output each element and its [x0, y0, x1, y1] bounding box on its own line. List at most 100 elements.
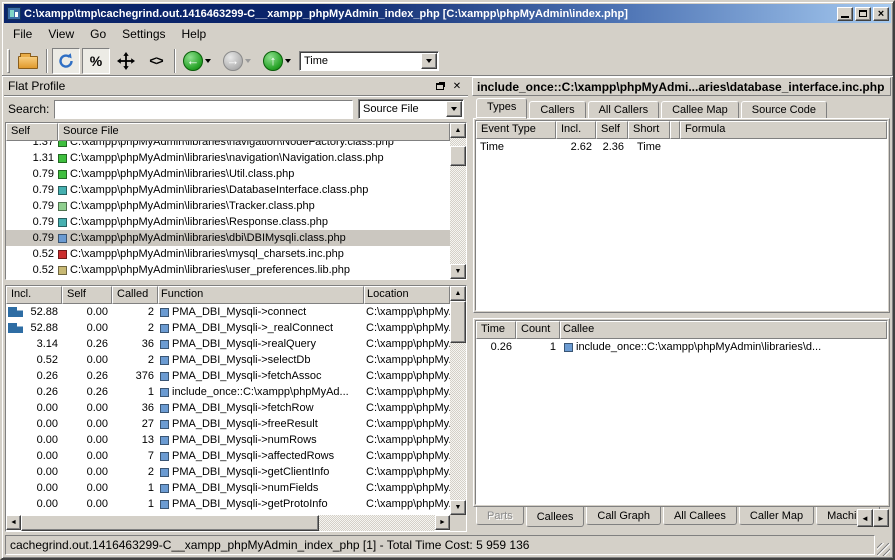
- vertical-scrollbar[interactable]: ▲ ▼: [450, 286, 466, 531]
- group-by-selector[interactable]: Source File: [358, 99, 464, 119]
- scroll-down-button[interactable]: ▼: [450, 500, 466, 515]
- function-row[interactable]: 0.00 0.00 1 PMA_DBI_Mysqli->getProtoInfo: [6, 496, 450, 512]
- source-file-row[interactable]: 0.79 C:\xampp\phpMyAdmin\libraries\Track…: [6, 198, 450, 214]
- detail-tab[interactable]: Callee Map: [661, 101, 739, 119]
- column-header-count[interactable]: Count: [516, 321, 560, 339]
- function-row[interactable]: 3.14 0.26 36 PMA_DBI_Mysqli->realQuery: [6, 336, 450, 352]
- scroll-right-button[interactable]: ►: [435, 515, 450, 530]
- maximize-button[interactable]: [855, 7, 871, 21]
- column-header-function[interactable]: Function: [158, 286, 364, 304]
- column-header-self[interactable]: Self: [596, 121, 628, 139]
- scroll-up-button[interactable]: ▲: [450, 286, 466, 301]
- bottom-tab[interactable]: Call Graph: [586, 507, 661, 525]
- source-file-row[interactable]: 1.37 C:\xampp\phpMyAdmin\libraries\navig…: [6, 141, 450, 150]
- selected-function-header: include_once::C:\xampp\phpMyAdmi...aries…: [472, 77, 891, 96]
- source-file-row[interactable]: 0.79 C:\xampp\phpMyAdmin\libraries\Util.…: [6, 166, 450, 182]
- relative-cost-button[interactable]: <>: [142, 48, 170, 74]
- function-row[interactable]: 0.00 0.00 1 PMA_DBI_Mysqli->numFields: [6, 480, 450, 496]
- menu-item[interactable]: Settings: [115, 25, 172, 43]
- back-dropdown-icon: [205, 59, 211, 63]
- tab-scroll-right-button[interactable]: ►: [873, 509, 889, 527]
- resize-grip[interactable]: [877, 543, 890, 556]
- column-header-self[interactable]: Self: [62, 286, 112, 304]
- search-input[interactable]: [55, 101, 352, 118]
- event-type-selector[interactable]: Time: [299, 51, 439, 71]
- called-count: 2: [112, 304, 158, 320]
- function-row[interactable]: 0.26 0.26 376 PMA_DBI_Mysqli->fetchAssoc: [6, 368, 450, 384]
- forward-button[interactable]: →: [220, 48, 258, 74]
- called-count: 2: [112, 352, 158, 368]
- tab-scroll-left-button[interactable]: ◄: [857, 509, 873, 527]
- column-header-callee[interactable]: Callee: [560, 321, 887, 339]
- open-file-button[interactable]: [14, 48, 42, 74]
- toolbar-grip[interactable]: [7, 49, 10, 73]
- scroll-down-button[interactable]: ▼: [450, 264, 466, 279]
- function-row[interactable]: 0.00 0.00 27 PMA_DBI_Mysqli->freeResult: [6, 416, 450, 432]
- column-header-source-file[interactable]: Source File: [58, 123, 450, 141]
- function-row[interactable]: 52.88 0.00 2 PMA_DBI_Mysqli->connect: [6, 304, 450, 320]
- column-header-short[interactable]: Short: [628, 121, 670, 139]
- percent-button[interactable]: %: [82, 48, 110, 74]
- column-header-spacer[interactable]: [670, 121, 680, 139]
- column-header-formula[interactable]: Formula: [680, 121, 887, 139]
- app-icon: [7, 7, 21, 20]
- menu-item[interactable]: View: [41, 25, 81, 43]
- function-row[interactable]: 0.00 0.00 7 PMA_DBI_Mysqli->affectedRows: [6, 448, 450, 464]
- scrollbar-thumb[interactable]: [21, 515, 319, 531]
- column-header-location[interactable]: Location: [364, 286, 450, 304]
- dock-title-bar[interactable]: Flat Profile ✕: [4, 77, 468, 96]
- column-header-time[interactable]: Time: [476, 321, 516, 339]
- cycle-detection-button[interactable]: [52, 48, 80, 74]
- scrollbar-thumb[interactable]: [450, 301, 466, 343]
- source-file-row[interactable]: 0.79 C:\xampp\phpMyAdmin\libraries\dbi\D…: [6, 230, 450, 246]
- source-file-row[interactable]: 0.52 C:\xampp\phpMyAdmin\libraries\user_…: [6, 262, 450, 278]
- title-bar[interactable]: C:\xampp\tmp\cachegrind.out.1416463299-C…: [4, 4, 891, 23]
- detail-tab[interactable]: Types: [476, 98, 527, 119]
- function-row[interactable]: 0.52 0.00 2 PMA_DBI_Mysqli->selectDb: [6, 352, 450, 368]
- combo-dropdown-button[interactable]: [446, 101, 462, 117]
- bottom-tab[interactable]: Parts: [476, 507, 524, 525]
- callee-row[interactable]: 0.26 1 include_once::C:\xampp\phpMyAdmin…: [476, 339, 887, 355]
- column-header-self[interactable]: Self: [6, 123, 58, 141]
- expand-areas-button[interactable]: [112, 48, 140, 74]
- close-button[interactable]: ×: [873, 7, 889, 21]
- bottom-tab[interactable]: Caller Map: [739, 507, 814, 525]
- self-cost: 1.37: [6, 141, 58, 150]
- function-row[interactable]: 0.26 0.26 1 include_once::C:\xampp\phpMy…: [6, 384, 450, 400]
- event-type-row[interactable]: Time 2.62 2.36 Time: [476, 139, 887, 155]
- close-dock-button[interactable]: ✕: [450, 80, 464, 93]
- menu-item[interactable]: Go: [83, 25, 113, 43]
- scrollbar-thumb[interactable]: [450, 146, 466, 166]
- column-header-event-type[interactable]: Event Type: [476, 121, 556, 139]
- back-button[interactable]: ←: [180, 48, 218, 74]
- column-header-incl[interactable]: Incl.: [6, 286, 62, 304]
- source-file-table: Self Source File 1.37: [5, 122, 467, 280]
- function-row[interactable]: 0.00 0.00 13 PMA_DBI_Mysqli->numRows: [6, 432, 450, 448]
- up-button[interactable]: ↑: [260, 48, 298, 74]
- forward-dropdown-icon: [245, 59, 251, 63]
- vertical-scrollbar[interactable]: ▲ ▼: [450, 123, 466, 279]
- group-color-icon: [58, 170, 67, 179]
- menu-item[interactable]: File: [6, 25, 39, 43]
- detail-tab[interactable]: Source Code: [741, 101, 827, 119]
- function-row[interactable]: 52.88 0.00 2 PMA_DBI_Mysqli->_realConnec…: [6, 320, 450, 336]
- horizontal-scrollbar[interactable]: ◄ ►: [6, 515, 450, 531]
- bottom-tab[interactable]: All Callees: [663, 507, 737, 525]
- float-dock-button[interactable]: [433, 80, 447, 93]
- combo-dropdown-button[interactable]: [421, 53, 437, 69]
- source-file-row[interactable]: 1.31 C:\xampp\phpMyAdmin\libraries\navig…: [6, 150, 450, 166]
- source-file-row[interactable]: 0.79 C:\xampp\phpMyAdmin\libraries\Datab…: [6, 182, 450, 198]
- menu-item[interactable]: Help: [175, 25, 214, 43]
- column-header-called[interactable]: Called: [112, 286, 158, 304]
- scroll-up-button[interactable]: ▲: [450, 123, 466, 138]
- function-row[interactable]: 0.00 0.00 2 PMA_DBI_Mysqli->getClientInf…: [6, 464, 450, 480]
- source-file-row[interactable]: 0.52 C:\xampp\phpMyAdmin\libraries\mysql…: [6, 246, 450, 262]
- function-row[interactable]: 0.00 0.00 36 PMA_DBI_Mysqli->fetchRow: [6, 400, 450, 416]
- column-header-incl[interactable]: Incl.: [556, 121, 596, 139]
- source-file-row[interactable]: 0.79 C:\xampp\phpMyAdmin\libraries\Respo…: [6, 214, 450, 230]
- detail-tab[interactable]: Callers: [529, 101, 585, 119]
- detail-tab[interactable]: All Callers: [588, 101, 660, 119]
- bottom-tab[interactable]: Callees: [526, 507, 585, 527]
- minimize-button[interactable]: [837, 7, 853, 21]
- scroll-left-button[interactable]: ◄: [6, 515, 21, 530]
